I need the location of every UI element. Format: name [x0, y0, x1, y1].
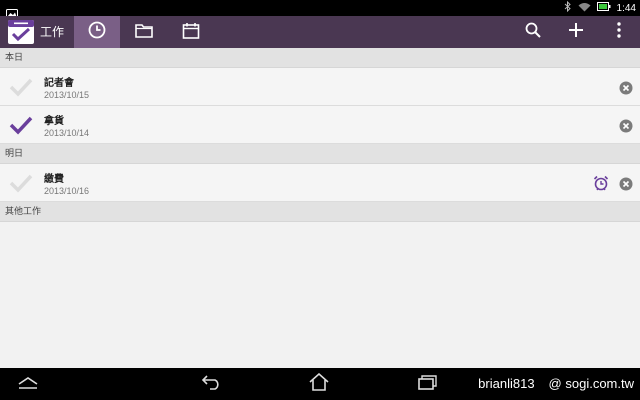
search-icon: [525, 22, 541, 42]
checkmark-icon[interactable]: [9, 115, 33, 135]
task-row[interactable]: 拿貨 2013/10/14: [0, 106, 640, 144]
battery-icon: [596, 2, 611, 14]
clock-time: 1:44: [616, 2, 636, 14]
section-header-tomorrow: 明日: [0, 144, 640, 164]
close-icon[interactable]: [619, 118, 633, 133]
back-icon: [201, 374, 223, 394]
section-header-today: 本日: [0, 48, 640, 68]
task-title: 拿貨: [44, 116, 64, 127]
recent-apps-icon: [417, 374, 439, 394]
watermark-site: @ sogi.com.tw: [548, 376, 634, 391]
watermark-author: brianli813: [478, 376, 535, 391]
task-list: 本日 記者會 2013/10/15 拿貨 2013/10/14 明日 繳費 20…: [0, 48, 640, 222]
add-task-button[interactable]: [559, 16, 593, 48]
close-icon[interactable]: [619, 176, 633, 191]
overflow-menu-button[interactable]: [602, 16, 636, 48]
recent-apps-button[interactable]: [414, 374, 442, 394]
tab-recent[interactable]: [74, 16, 120, 48]
wifi-icon: [578, 2, 591, 15]
task-title: 記者會: [44, 78, 74, 89]
folder-icon: [135, 23, 153, 42]
plus-icon: [568, 22, 584, 42]
app-title[interactable]: 工作: [40, 16, 64, 48]
search-button[interactable]: [516, 16, 550, 48]
alarm-clock-icon[interactable]: [593, 175, 609, 191]
task-date: 2013/10/16: [44, 186, 90, 196]
expand-button[interactable]: [14, 374, 42, 394]
tab-calendar[interactable]: [168, 16, 214, 48]
task-title: 繳費: [44, 174, 64, 185]
home-button[interactable]: [305, 372, 333, 395]
task-row[interactable]: 記者會 2013/10/15: [0, 68, 640, 106]
task-date: 2013/10/15: [44, 90, 90, 100]
calendar-icon: [182, 22, 200, 43]
clock-icon: [88, 21, 106, 43]
navigation-bar: brianli813 @ sogi.com.tw: [0, 368, 640, 400]
watermark: brianli813 @ sogi.com.tw: [478, 376, 634, 391]
overflow-menu-icon: [617, 22, 621, 42]
bluetooth-icon: [564, 0, 572, 15]
chevron-up-icon: [17, 375, 39, 394]
checkmark-icon[interactable]: [9, 173, 33, 193]
action-bar: 工作: [0, 16, 640, 48]
task-date: 2013/10/14: [44, 128, 90, 138]
tab-folder[interactable]: [121, 16, 167, 48]
section-header-other: 其他工作: [0, 202, 640, 222]
close-icon[interactable]: [619, 80, 633, 95]
app-icon[interactable]: [7, 19, 35, 45]
back-button[interactable]: [198, 374, 226, 394]
task-row[interactable]: 繳費 2013/10/16: [0, 164, 640, 202]
checkmark-icon[interactable]: [9, 77, 33, 97]
home-icon: [308, 372, 330, 395]
status-bar: 1:44: [0, 0, 640, 18]
